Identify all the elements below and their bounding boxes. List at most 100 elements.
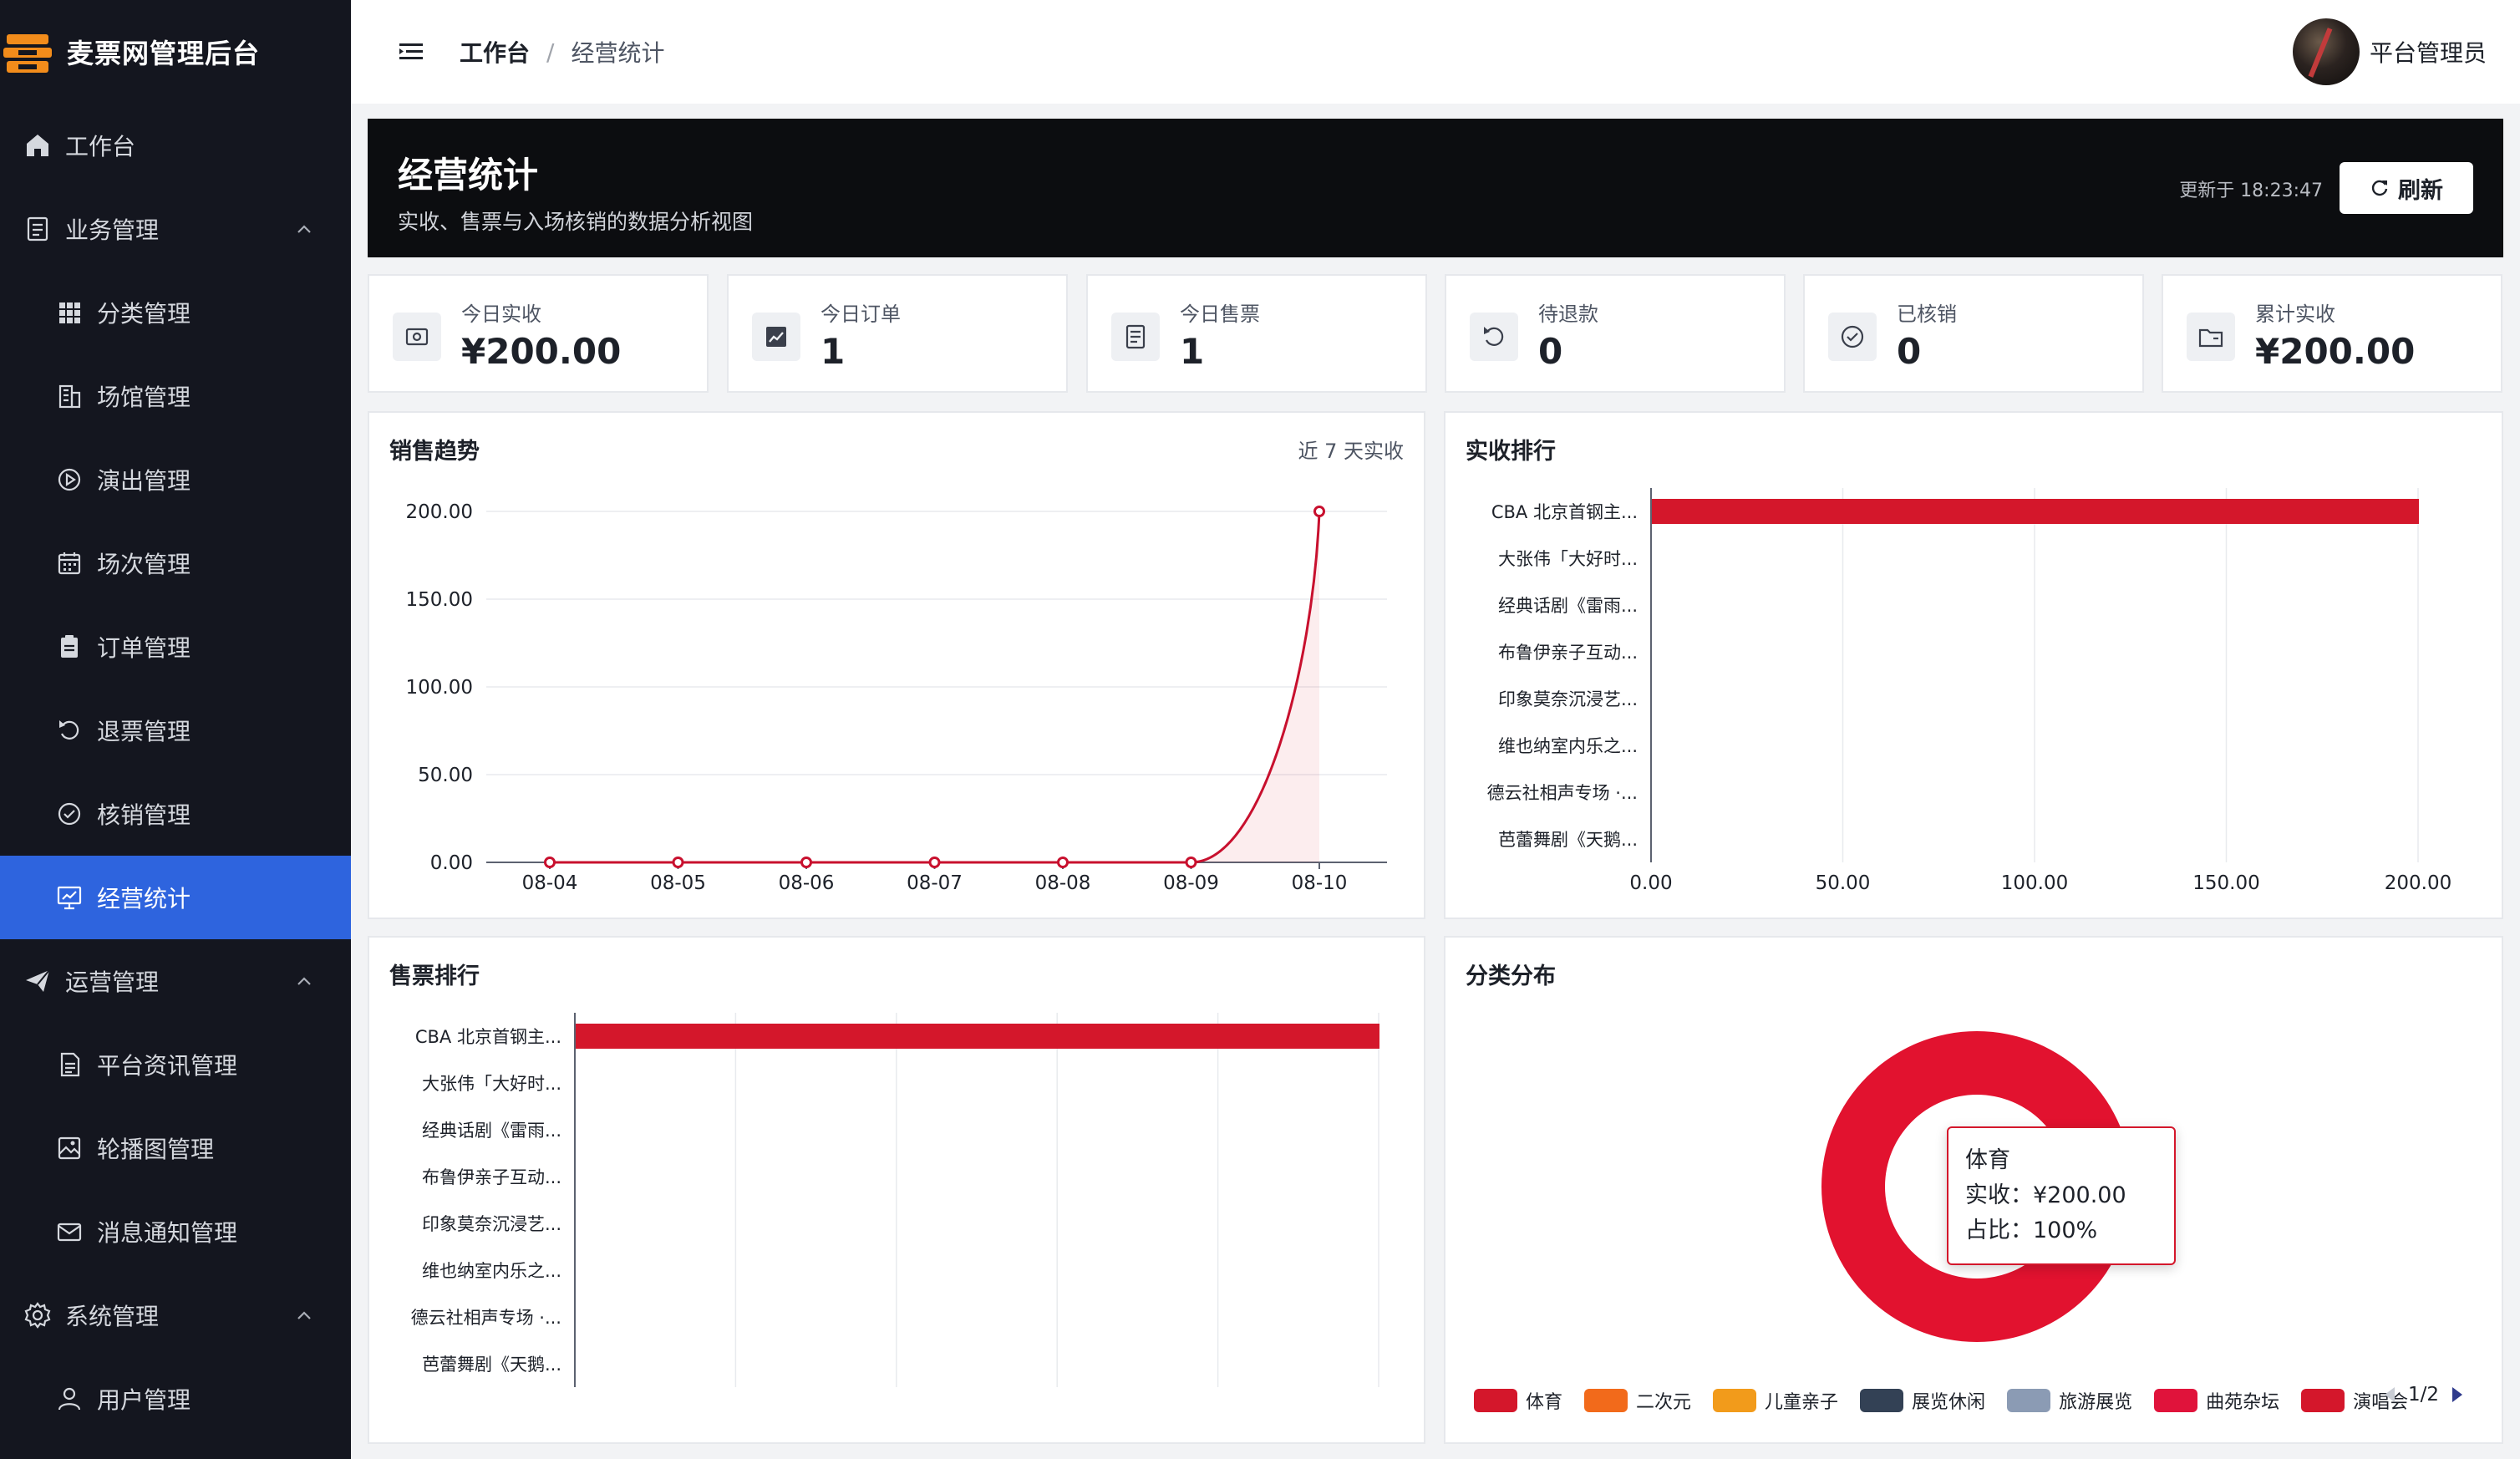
stat-icon-box	[1470, 313, 1518, 361]
logo-icon	[3, 34, 52, 73]
data-point[interactable]	[1313, 506, 1325, 517]
legend-item[interactable]: 曲苑杂坛	[2154, 1387, 2279, 1414]
play-circle-icon	[58, 468, 81, 491]
sidebar-item-label: 退票管理	[97, 718, 191, 745]
mail-icon	[57, 1223, 82, 1242]
data-point[interactable]	[544, 857, 556, 868]
data-point[interactable]	[672, 857, 684, 868]
stat-label: 累计实收	[2255, 302, 2335, 326]
wallet-icon	[405, 328, 429, 346]
legend-item[interactable]: 二次元	[1584, 1387, 1691, 1414]
page-title: 经营统计	[398, 155, 539, 196]
category-label: 印象莫奈沉浸艺...	[1498, 689, 1638, 709]
sidebar-item[interactable]: 演出管理	[0, 438, 351, 521]
legend-item[interactable]: 旅游展览	[2007, 1387, 2132, 1414]
x-tick-label: 50.00	[1816, 872, 1871, 894]
brand[interactable]: 麦票网管理后台	[0, 0, 351, 104]
legend-prev-icon[interactable]	[2381, 1385, 2398, 1405]
sidebar-item[interactable]: 退票管理	[0, 689, 351, 772]
category-label: 印象莫奈沉浸艺...	[422, 1214, 561, 1234]
legend-item[interactable]: 体育	[1474, 1387, 1562, 1414]
avatar[interactable]	[2292, 18, 2360, 85]
sidebar-item[interactable]: 系统管理	[0, 1273, 351, 1357]
user-menu[interactable]: 平台管理员	[2292, 18, 2487, 85]
breadcrumb-separator: /	[546, 38, 555, 66]
data-point[interactable]	[800, 857, 812, 868]
legend-item[interactable]: 展览休闲	[1860, 1387, 1985, 1414]
x-tick-label: 100.00	[2001, 872, 2068, 894]
stat-label: 待退款	[1538, 302, 1598, 326]
sidebar-item[interactable]: 订单管理	[0, 605, 351, 689]
page-banner: 经营统计 实收、售票与入场核销的数据分析视图 更新于 18:23:47 刷新	[368, 119, 2503, 257]
category-label: 经典话剧《雷雨...	[1498, 596, 1638, 616]
legend-swatch	[2154, 1389, 2198, 1412]
sidebar-item-label: 平台资讯管理	[97, 1052, 238, 1080]
chart-tooltip: 体育 实收：¥200.00 占比：100%	[1947, 1126, 2176, 1265]
legend-next-icon[interactable]	[2449, 1385, 2466, 1405]
sidebar-item[interactable]: 业务管理	[0, 187, 351, 271]
sales-trend-chart: 0.00 50.00 100.00 150.00 200.00 08-04 08-05 08-…	[406, 501, 1387, 894]
sidebar-item[interactable]: 消息通知管理	[0, 1190, 351, 1273]
x-tick-label: 08-08	[1035, 872, 1091, 894]
x-tick-label: 08-09	[1163, 872, 1219, 894]
legend-label: 旅游展览	[2059, 1392, 2133, 1413]
category-label: 维也纳室内乐之...	[1498, 736, 1638, 756]
data-point[interactable]	[1185, 857, 1197, 868]
stat-card: 累计实收 ¥200.00	[2162, 274, 2502, 393]
breadcrumb-current: 经营统计	[571, 39, 665, 67]
legend-swatch	[1474, 1389, 1517, 1412]
trend-chart-icon	[766, 327, 786, 347]
user-icon	[58, 1387, 81, 1411]
legend-pager: 1/2	[2381, 1384, 2466, 1406]
data-point[interactable]	[1057, 857, 1069, 868]
legend-swatch	[1860, 1389, 1904, 1412]
tooltip-revenue: 实收：¥200.00	[1965, 1182, 2126, 1208]
sidebar-item[interactable]: 经营统计	[0, 856, 351, 939]
sidebar-item[interactable]: 场馆管理	[0, 354, 351, 438]
data-point[interactable]	[928, 857, 941, 868]
sidebar-item[interactable]: 平台资讯管理	[0, 1023, 351, 1106]
menu-toggle-icon[interactable]	[398, 38, 424, 65]
category-label: 布鲁伊亲子互动...	[1498, 643, 1638, 663]
legend-swatch	[1713, 1389, 1757, 1412]
folder-icon	[2198, 328, 2223, 348]
calendar-icon	[58, 552, 81, 575]
building-icon	[58, 384, 81, 409]
y-tick-label: 50.00	[418, 765, 473, 786]
breadcrumb-home[interactable]: 工作台	[460, 35, 530, 69]
legend-label: 展览休闲	[1912, 1392, 1986, 1413]
undo-icon	[1484, 327, 1504, 346]
chevron-up-icon[interactable]	[294, 1305, 314, 1325]
chevron-up-icon[interactable]	[294, 219, 314, 239]
sidebar-item[interactable]: 场次管理	[0, 521, 351, 605]
user-name[interactable]: 平台管理员	[2370, 35, 2487, 69]
sidebar-item-label: 演出管理	[97, 467, 191, 495]
chevron-up-icon[interactable]	[294, 971, 314, 991]
clipboard-icon	[61, 635, 78, 658]
sidebar-item[interactable]: 核销管理	[0, 772, 351, 856]
legend-label: 曲苑杂坛	[2206, 1392, 2280, 1413]
x-tick-label: 0.00	[1629, 872, 1672, 894]
sidebar-item[interactable]: 工作台	[0, 104, 351, 187]
stat-icon-box	[752, 313, 800, 361]
sales-trend-panel: 销售趋势 近 7 天实收 0.00 50.00 100.00 150.00 200.00…	[368, 411, 1425, 919]
category-label: 德云社相声专场 ·...	[411, 1308, 561, 1328]
sidebar-item[interactable]: 轮播图管理	[0, 1106, 351, 1190]
sidebar-item[interactable]: 运营管理	[0, 939, 351, 1023]
sidebar-item[interactable]: 用户管理	[0, 1357, 351, 1441]
y-tick-label: 200.00	[406, 501, 473, 523]
tooltip-title: 体育	[1965, 1147, 2010, 1173]
bar[interactable]	[1652, 499, 2419, 524]
legend-item[interactable]: 儿童亲子	[1713, 1387, 1838, 1414]
sidebar-item[interactable]: 分类管理	[0, 271, 351, 354]
category-label: 芭蕾舞剧《天鹅...	[422, 1355, 561, 1375]
category-label: 德云社相声专场 ·...	[1487, 783, 1638, 803]
bar[interactable]	[576, 1024, 1379, 1049]
stat-card: 今日售票 1	[1086, 274, 1427, 393]
sidebar: 麦票网管理后台 工作台 业务管理 分类管理 场馆管理演出管理场次管理 订单管理退票管理核…	[0, 0, 351, 1459]
breadcrumb: 工作台 / 经营统计	[460, 35, 664, 69]
document-icon	[27, 216, 48, 241]
sidebar-item-label: 系统管理	[65, 1303, 160, 1330]
stat-icon-box	[2187, 313, 2235, 361]
refresh-button[interactable]: 刷新	[2340, 162, 2473, 214]
